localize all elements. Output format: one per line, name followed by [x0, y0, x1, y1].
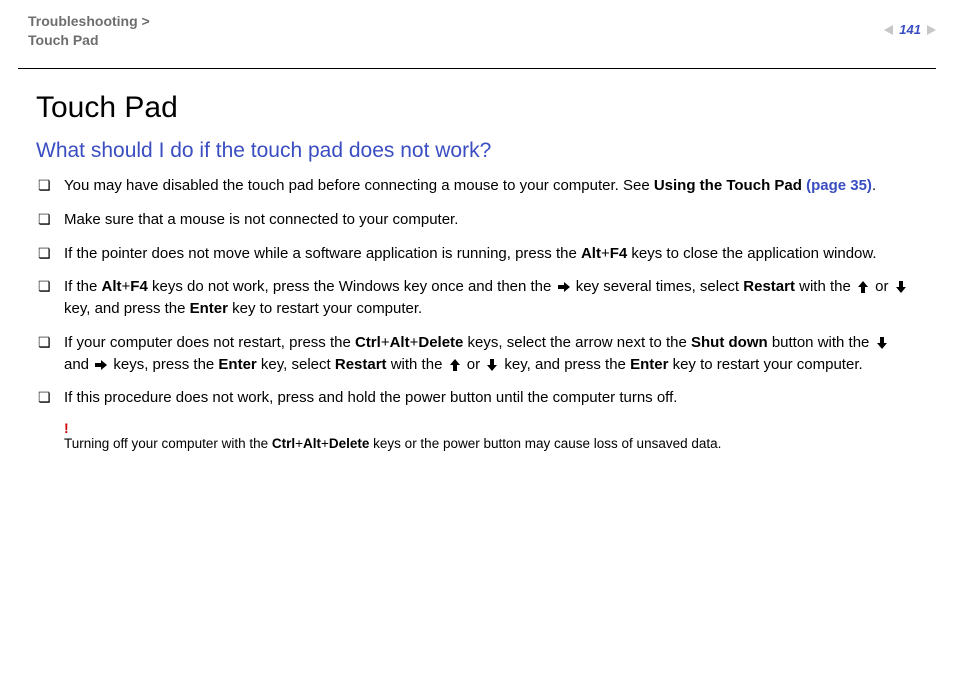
key-label: Ctrl	[355, 334, 381, 351]
list-item: If this procedure does not work, press a…	[36, 387, 918, 409]
caution-note: ! Turning off your computer with the Ctr…	[36, 421, 918, 454]
text: key to restart your computer.	[228, 300, 422, 317]
page-header: Troubleshooting > Touch Pad 141	[0, 0, 954, 68]
list-item: If the pointer does not move while a sof…	[36, 243, 918, 265]
bold-text: Shut down	[691, 334, 768, 351]
text: key, and press the	[500, 356, 630, 373]
key-label: Alt	[102, 278, 122, 295]
key-label: Alt	[390, 334, 410, 351]
text: or	[871, 278, 893, 295]
key-label: F4	[610, 245, 628, 262]
caution-icon: !	[64, 421, 918, 435]
text: key to restart your computer.	[668, 356, 862, 373]
text: keys, press the	[109, 356, 218, 373]
list-item: Make sure that a mouse is not connected …	[36, 209, 918, 231]
key-label: Enter	[630, 356, 668, 373]
text: keys or the power button may cause loss …	[369, 436, 721, 451]
key-label: Alt	[303, 436, 321, 451]
text: keys to close the application window.	[627, 245, 876, 262]
text: If the	[64, 278, 102, 295]
text: button with the	[768, 334, 874, 351]
text: key, and press the	[64, 300, 190, 317]
arrow-down-icon	[895, 281, 907, 293]
next-page-icon[interactable]	[927, 25, 936, 35]
text: key, select	[257, 356, 335, 373]
arrow-right-icon	[95, 359, 107, 371]
text: and	[64, 356, 93, 373]
list-item: You may have disabled the touch pad befo…	[36, 175, 918, 197]
plus: +	[321, 436, 329, 451]
troubleshooting-list: You may have disabled the touch pad befo…	[36, 175, 918, 409]
key-label: Delete	[329, 436, 370, 451]
bold-text: Restart	[335, 356, 387, 373]
page-number-nav: 141	[884, 22, 936, 37]
text: key several times, select	[572, 278, 744, 295]
arrow-right-icon	[558, 281, 570, 293]
bold-text: Restart	[743, 278, 795, 295]
list-item: If your computer does not restart, press…	[36, 332, 918, 376]
text: with the	[387, 356, 447, 373]
key-label: Enter	[190, 300, 228, 317]
text: or	[463, 356, 485, 373]
arrow-up-icon	[449, 359, 461, 371]
text: Turning off your computer with the	[64, 436, 272, 451]
plus: +	[295, 436, 303, 451]
plus: +	[381, 334, 390, 351]
key-label: Delete	[418, 334, 463, 351]
text: You may have disabled the touch pad befo…	[64, 177, 654, 194]
text: keys do not work, press the Windows key …	[148, 278, 556, 295]
caution-text: Turning off your computer with the Ctrl+…	[64, 435, 918, 454]
page-number: 141	[899, 22, 921, 37]
breadcrumb-parent[interactable]: Troubleshooting	[28, 13, 138, 29]
page-content: Touch Pad What should I do if the touch …	[0, 69, 954, 454]
text: If this procedure does not work, press a…	[64, 389, 677, 406]
plus: +	[601, 245, 610, 262]
breadcrumb-current: Touch Pad	[28, 32, 99, 48]
text: with the	[795, 278, 855, 295]
page-cross-reference-link[interactable]: (page 35)	[806, 177, 872, 194]
arrow-up-icon	[857, 281, 869, 293]
key-label: Ctrl	[272, 436, 295, 451]
text: keys, select the arrow next to the	[463, 334, 691, 351]
plus: +	[122, 278, 131, 295]
section-heading: What should I do if the touch pad does n…	[36, 139, 918, 163]
breadcrumb-separator: >	[138, 13, 150, 29]
arrow-down-icon	[876, 337, 888, 349]
document-page: Troubleshooting > Touch Pad 141 Touch Pa…	[0, 0, 954, 674]
previous-page-icon[interactable]	[884, 25, 893, 35]
text: If the pointer does not move while a sof…	[64, 245, 581, 262]
text: Make sure that a mouse is not connected …	[64, 211, 458, 228]
arrow-down-icon	[486, 359, 498, 371]
list-item: If the Alt+F4 keys do not work, press th…	[36, 276, 918, 320]
key-label: Alt	[581, 245, 601, 262]
bold-text: Using the Touch Pad	[654, 177, 806, 194]
text: .	[872, 177, 876, 194]
key-label: F4	[130, 278, 148, 295]
key-label: Enter	[218, 356, 256, 373]
text: If your computer does not restart, press…	[64, 334, 355, 351]
page-title: Touch Pad	[36, 91, 918, 125]
breadcrumb: Troubleshooting > Touch Pad	[28, 12, 926, 50]
